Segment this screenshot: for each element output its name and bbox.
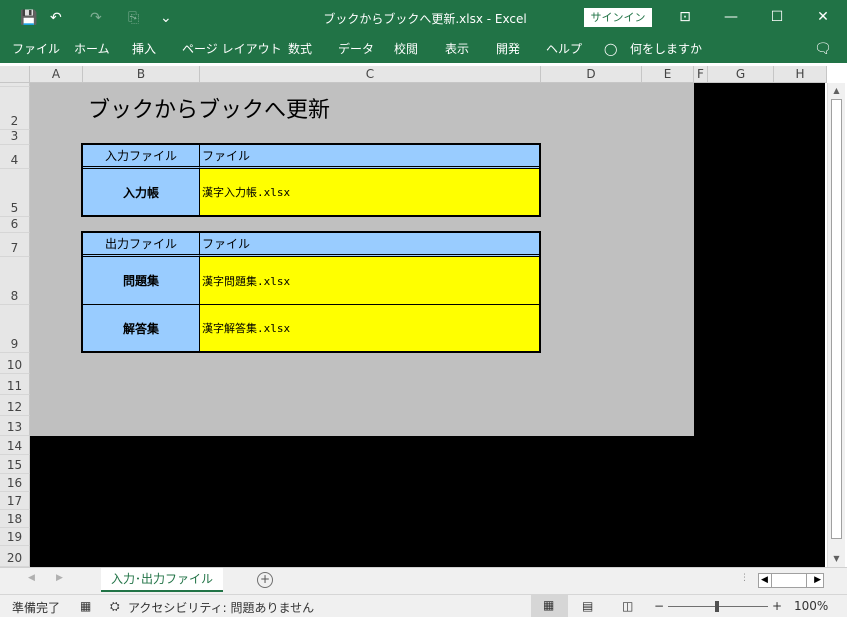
black-filled-range-bottom [30,436,694,567]
row-header-6[interactable]: 6 [0,217,30,233]
output-row-value-cell[interactable]: 漢字解答集.xlsx [200,305,539,351]
status-ready: 準備完了 [12,601,61,615]
undo-icon[interactable]: ↶ [50,9,62,27]
zoom-in-button[interactable]: + [772,599,782,613]
zoom-out-button[interactable]: − [654,599,664,613]
tab-file[interactable]: ファイル [12,41,60,57]
sheet-tab-bar: ◀ ▶ 入力･出力ファイル + ⋮ ◀ ▶ [0,567,847,594]
column-header-e[interactable]: E [642,66,694,83]
window-title: ブックからブックへ更新.xlsx - Excel [323,12,527,26]
input-header-value-cell[interactable]: ファイル [200,145,539,169]
scroll-right-icon[interactable]: ▶ [814,574,821,587]
row-header-9[interactable]: 9 [0,305,30,353]
row-header-10[interactable]: 10 [0,353,30,374]
column-header-f[interactable]: F [694,66,708,83]
row-header-12[interactable]: 12 [0,395,30,416]
scroll-up-icon[interactable]: ▲ [828,83,845,98]
output-files-table: 出力ファイル ファイル 問題集 漢字問題集.xlsx 解答集 漢字解答集.xls… [81,231,541,353]
close-button[interactable]: ✕ [800,0,846,34]
comments-icon[interactable]: 🗨 [814,41,832,57]
tab-formulas[interactable]: 数式 [288,41,312,57]
column-header-g[interactable]: G [708,66,774,83]
output-header-label-cell[interactable]: 出力ファイル [83,233,200,257]
row-header-3[interactable]: 3 [0,129,30,145]
minimize-button[interactable]: — [708,0,754,34]
tab-scroll-left-icon[interactable]: ◀ [28,573,35,583]
row-header-20[interactable]: 20 [0,546,30,567]
horizontal-scroll-thumb[interactable] [771,574,807,587]
row-header-18[interactable]: 18 [0,510,30,528]
redo-icon[interactable]: ↷ [90,9,102,27]
row-header-14[interactable]: 14 [0,436,30,455]
ribbon-display-options-icon[interactable]: ⊡ [662,0,708,34]
tab-insert[interactable]: 挿入 [132,41,156,57]
row-header-5[interactable]: 5 [0,169,30,217]
tab-page-layout[interactable]: ページ レイアウト [182,41,282,57]
vertical-scrollbar[interactable]: ▲ ▼ [827,83,845,567]
select-all-corner[interactable] [0,66,30,83]
row-header-13[interactable]: 13 [0,416,30,436]
zoom-level[interactable]: 100% [794,599,828,613]
ribbon-tabs: ファイル ホーム 挿入 ページ レイアウト 数式 データ 校閲 表示 開発 ヘル… [0,36,847,63]
restore-button[interactable]: ☐ [754,0,800,34]
signin-button[interactable]: サインイン [584,8,652,27]
customize-qat-icon[interactable]: ⌄ [160,9,172,27]
column-header-c[interactable]: C [200,66,541,83]
accessibility-status[interactable]: アクセシビリティ: 問題ありません [128,599,314,616]
save-icon[interactable]: 💾 [20,9,37,27]
touch-mode-icon[interactable]: ⎘ [128,9,139,27]
tab-home[interactable]: ホーム [74,41,110,57]
output-row-label-cell[interactable]: 解答集 [83,305,200,351]
tab-splitter-icon[interactable]: ⋮ [740,573,749,583]
add-sheet-icon[interactable]: + [257,572,273,588]
black-filled-range-right [694,83,825,567]
sheet-title-cell[interactable]: ブックからブックへ更新 [88,96,330,126]
tab-help[interactable]: ヘルプ [546,41,582,57]
status-bar: 準備完了 ▦ ⛭ アクセシビリティ: 問題ありません ▦ ▤ ◫ − + 100… [0,594,847,617]
row-header-19[interactable]: 19 [0,528,30,546]
row-header-8[interactable]: 8 [0,257,30,305]
row-header-17[interactable]: 17 [0,492,30,510]
column-header-h[interactable]: H [774,66,827,83]
title-bar: 💾 ↶ ↷ ⎘ ⌄ ブックからブックへ更新.xlsx - Excel サインイン… [0,0,847,36]
tell-me-search[interactable]: 何をしますか [630,41,702,57]
normal-view-icon: ▦ [543,598,555,612]
tab-data[interactable]: データ [338,41,374,57]
sheet-tab-input-output[interactable]: 入力･出力ファイル [101,568,223,592]
output-header-value-cell[interactable]: ファイル [200,233,539,257]
page-break-view-icon[interactable]: ◫ [622,599,633,613]
output-row-value-cell[interactable]: 漢字問題集.xlsx [200,257,539,305]
tab-view[interactable]: 表示 [445,41,469,57]
tab-scroll-right-icon[interactable]: ▶ [56,573,63,583]
row-header-2[interactable]: 2 [0,87,30,130]
output-row-label-cell[interactable]: 問題集 [83,257,200,305]
macro-record-icon[interactable]: ▦ [80,599,91,613]
column-header-d[interactable]: D [541,66,642,83]
horizontal-scrollbar[interactable]: ◀ ▶ [758,573,824,588]
normal-view-button[interactable]: ▦ [531,595,568,617]
lightbulb-icon: ◯ [604,42,618,56]
input-row-label-cell[interactable]: 入力帳 [83,169,200,215]
row-header-7[interactable]: 7 [0,233,30,257]
vertical-scroll-thumb[interactable] [831,99,842,539]
accessibility-icon[interactable]: ⛭ [110,599,120,614]
scroll-down-icon[interactable]: ▼ [828,551,845,566]
input-header-label-cell[interactable]: 入力ファイル [83,145,200,169]
row-header-4[interactable]: 4 [0,145,30,169]
scroll-left-icon[interactable]: ◀ [761,574,768,587]
input-files-table: 入力ファイル ファイル 入力帳 漢字入力帳.xlsx [81,143,541,217]
column-header-b[interactable]: B [83,66,200,83]
row-header-11[interactable]: 11 [0,374,30,395]
input-row-value-cell[interactable]: 漢字入力帳.xlsx [200,169,539,215]
page-layout-view-icon[interactable]: ▤ [582,599,593,613]
row-header-15[interactable]: 15 [0,455,30,474]
zoom-slider-thumb[interactable] [715,601,719,612]
tab-review[interactable]: 校閲 [394,41,418,57]
row-header-16[interactable]: 16 [0,474,30,492]
tab-developer[interactable]: 開発 [496,41,520,57]
column-header-a[interactable]: A [30,66,83,83]
